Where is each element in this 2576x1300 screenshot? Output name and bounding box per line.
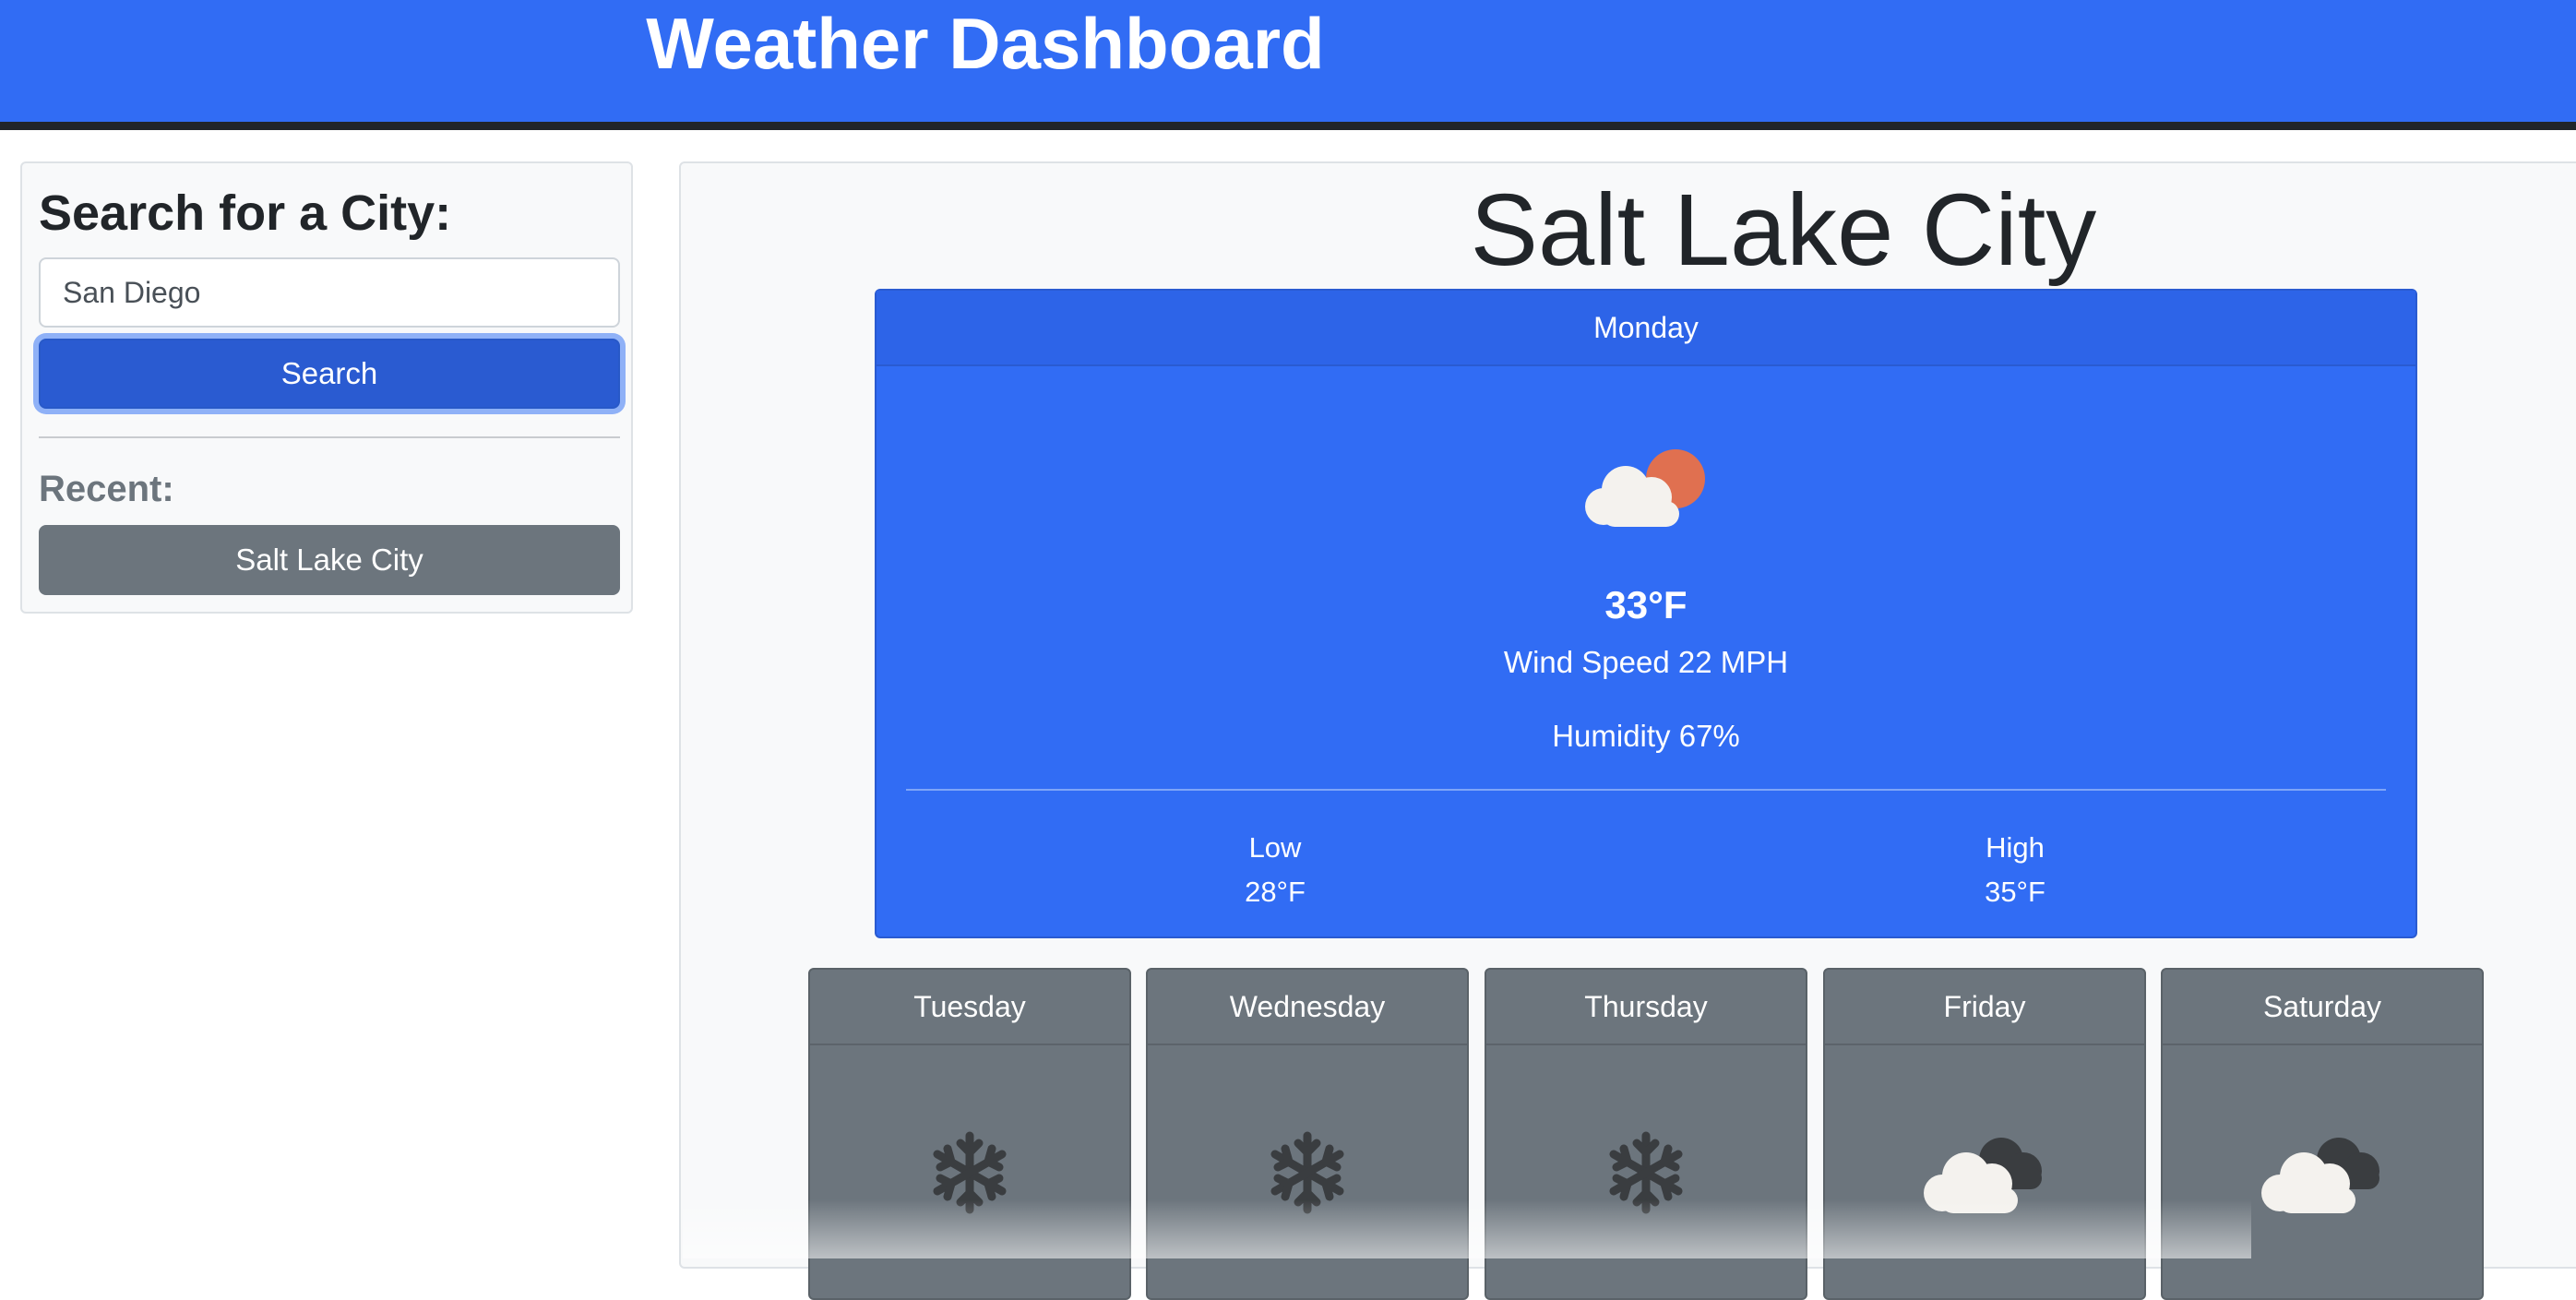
weather-panel: Salt Lake City Monday 33°F Wind Speed 22… xyxy=(679,161,2576,1300)
forecast-day: Tuesday xyxy=(810,970,1129,1045)
forecast-day: Friday xyxy=(1825,970,2144,1045)
low-label: Low xyxy=(1248,831,1302,864)
low-temperature: Low 28°F xyxy=(1091,826,1460,914)
sidebar-divider xyxy=(39,436,620,438)
wind-speed: Wind Speed 22 MPH xyxy=(1503,645,1789,679)
forecast-card: Saturday xyxy=(2161,968,2484,1300)
high-temperature: High 35°F xyxy=(1831,826,2200,914)
current-day: Monday xyxy=(877,291,2415,366)
cloudy-icon xyxy=(1924,1138,2042,1213)
forecast-day: Wednesday xyxy=(1148,970,1467,1045)
snowflake-icon xyxy=(1270,1131,1344,1214)
current-temperature: 33°F xyxy=(1604,583,1688,626)
city-name: Salt Lake City xyxy=(1470,173,2097,287)
recent-city-button[interactable]: Salt Lake City xyxy=(39,525,620,595)
snowflake-icon xyxy=(933,1131,1007,1214)
search-sidebar: Search for a City: Search Recent: Salt L… xyxy=(20,161,633,614)
forecast-day: Saturday xyxy=(2163,970,2482,1045)
city-search-input[interactable] xyxy=(39,257,620,328)
snowflake-icon xyxy=(1609,1131,1683,1214)
cloudy-icon xyxy=(2261,1138,2379,1213)
forecast-card: Wednesday xyxy=(1146,968,1469,1300)
app-title: Weather Dashboard xyxy=(646,3,1325,84)
recent-heading: Recent: xyxy=(39,469,174,509)
search-button[interactable]: Search xyxy=(39,339,620,409)
current-weather-card: Monday 33°F Wind Speed 22 MPH Humidity 6… xyxy=(875,289,2417,938)
page-header: Weather Dashboard xyxy=(0,0,2576,130)
humidity: Humidity 67% xyxy=(1552,719,1740,753)
forecast-card: Thursday xyxy=(1485,968,1807,1300)
search-heading: Search for a City: xyxy=(39,185,452,241)
forecast-card: Tuesday xyxy=(808,968,1131,1300)
high-label: High xyxy=(1986,831,2045,864)
low-value: 28°F xyxy=(1245,876,1306,908)
high-value: 35°F xyxy=(1985,876,2045,908)
forecast-day: Thursday xyxy=(1486,970,1806,1045)
forecast-card: Friday xyxy=(1823,968,2146,1300)
partly-cloudy-day-icon xyxy=(1585,449,1705,527)
temperature-range: Low 28°F High 35°F xyxy=(877,791,2415,908)
